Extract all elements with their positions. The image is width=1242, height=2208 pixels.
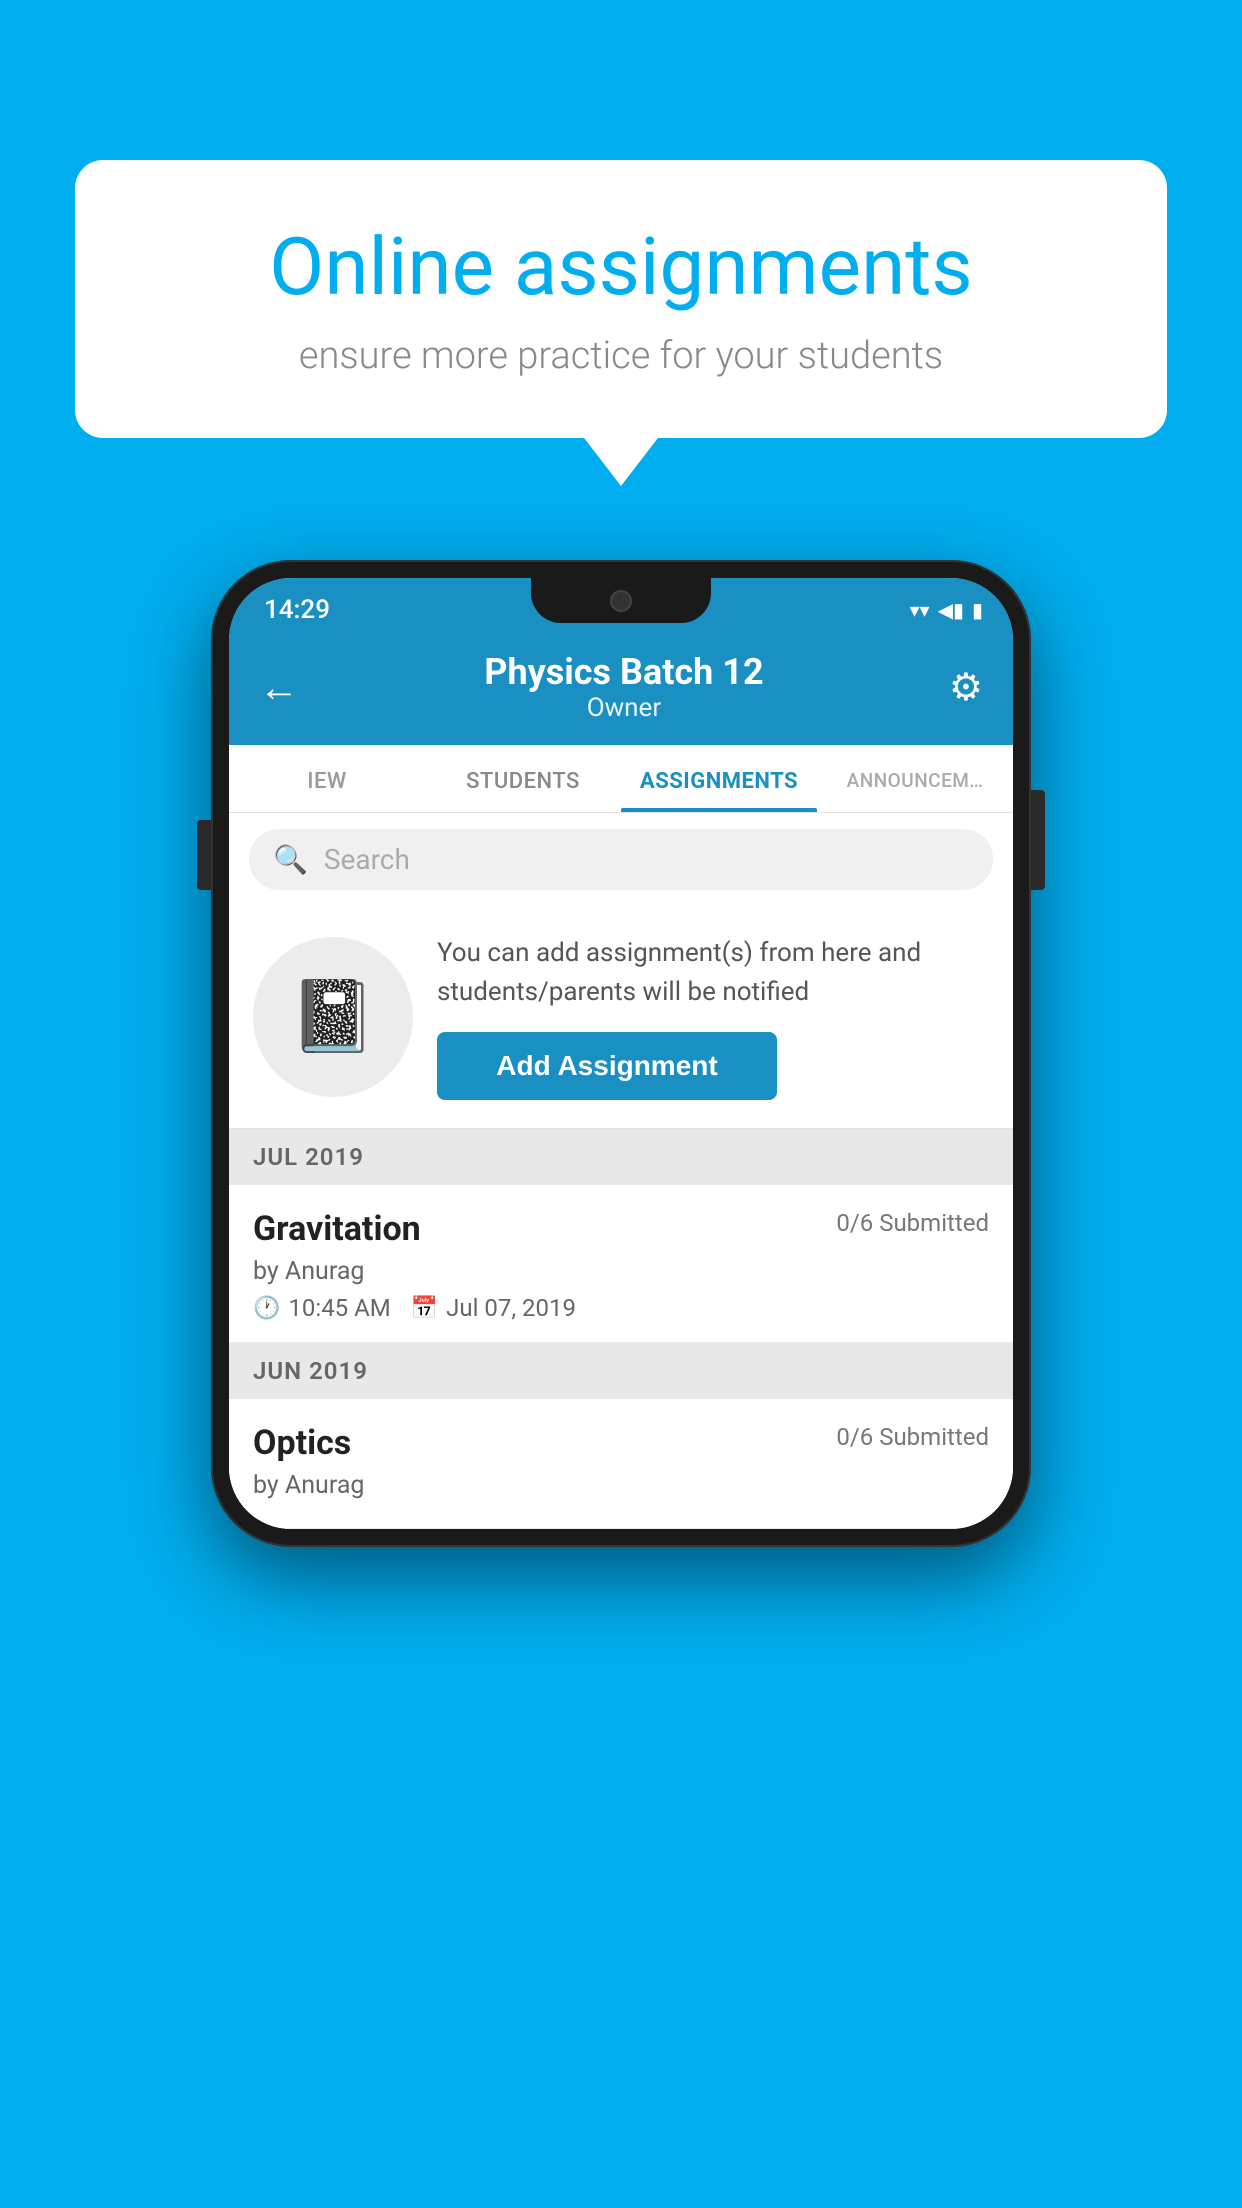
clock-icon: 🕐 [253, 1296, 280, 1321]
settings-icon[interactable]: ⚙ [949, 665, 983, 710]
assignment-submitted: 0/6 Submitted [836, 1209, 989, 1237]
phone-outer: 14:29 ▾▾ ◀▮ ▮ ← Physics Batch 12 Owner ⚙… [211, 560, 1031, 1547]
tab-assignments[interactable]: ASSIGNMENTS [621, 745, 817, 812]
search-input-placeholder[interactable]: Search [324, 843, 410, 876]
header-subtitle: Owner [484, 693, 763, 723]
prompt-right: You can add assignment(s) from here and … [437, 934, 989, 1100]
content-area: 🔍 Search 📓 You can add assignment(s) fro… [229, 813, 1013, 1529]
assignment-item-gravitation[interactable]: Gravitation 0/6 Submitted by Anurag 🕐 10… [229, 1185, 1013, 1343]
time-meta: 🕐 10:45 AM [253, 1294, 391, 1322]
assignment-meta: 🕐 10:45 AM 📅 Jul 07, 2019 [253, 1294, 989, 1322]
calendar-icon: 📅 [411, 1296, 438, 1321]
assignment-name: Gravitation [253, 1209, 421, 1249]
wifi-icon: ▾▾ [910, 598, 930, 622]
speech-bubble-container: Online assignments ensure more practice … [75, 160, 1167, 438]
header-center: Physics Batch 12 Owner [484, 651, 763, 723]
assignment-time: 10:45 AM [288, 1294, 390, 1322]
speech-bubble: Online assignments ensure more practice … [75, 160, 1167, 438]
status-icons: ▾▾ ◀▮ ▮ [910, 598, 983, 622]
app-header: ← Physics Batch 12 Owner ⚙ [229, 633, 1013, 745]
search-box[interactable]: 🔍 Search [249, 829, 993, 890]
notch [531, 578, 711, 623]
header-title: Physics Batch 12 [484, 651, 763, 693]
tab-iew[interactable]: IEW [229, 745, 425, 812]
tab-announcements[interactable]: ANNOUNCEM… [817, 745, 1013, 812]
phone-screen: 14:29 ▾▾ ◀▮ ▮ ← Physics Batch 12 Owner ⚙… [229, 578, 1013, 1529]
search-icon: 🔍 [273, 843, 308, 876]
date-meta: 📅 Jul 07, 2019 [411, 1294, 576, 1322]
section-header-jul: JUL 2019 [229, 1129, 1013, 1185]
assignment-top: Gravitation 0/6 Submitted [253, 1209, 989, 1249]
assignment-item-optics[interactable]: Optics 0/6 Submitted by Anurag [229, 1399, 1013, 1529]
bubble-title: Online assignments [145, 220, 1097, 314]
assignment-by: by Anurag [253, 1257, 989, 1286]
signal-icon: ◀▮ [938, 598, 964, 622]
battery-icon: ▮ [972, 598, 983, 622]
add-assignment-button[interactable]: Add Assignment [437, 1032, 777, 1100]
optics-name: Optics [253, 1423, 351, 1463]
status-time: 14:29 [264, 595, 330, 625]
camera [610, 590, 632, 612]
tabs-bar: IEW STUDENTS ASSIGNMENTS ANNOUNCEM… [229, 745, 1013, 813]
tab-students[interactable]: STUDENTS [425, 745, 621, 812]
assignment-top-optics: Optics 0/6 Submitted [253, 1423, 989, 1463]
phone-wrapper: 14:29 ▾▾ ◀▮ ▮ ← Physics Batch 12 Owner ⚙… [211, 560, 1031, 1547]
optics-submitted: 0/6 Submitted [836, 1423, 989, 1451]
back-button[interactable]: ← [259, 664, 299, 711]
notebook-icon: 📓 [289, 976, 376, 1058]
notebook-icon-circle: 📓 [253, 937, 413, 1097]
assignment-date: Jul 07, 2019 [446, 1294, 576, 1322]
search-container: 🔍 Search [229, 813, 1013, 906]
section-header-jun: JUN 2019 [229, 1343, 1013, 1399]
assignment-prompt: 📓 You can add assignment(s) from here an… [229, 906, 1013, 1129]
optics-by: by Anurag [253, 1471, 989, 1500]
prompt-text: You can add assignment(s) from here and … [437, 934, 989, 1012]
bubble-subtitle: ensure more practice for your students [145, 334, 1097, 378]
